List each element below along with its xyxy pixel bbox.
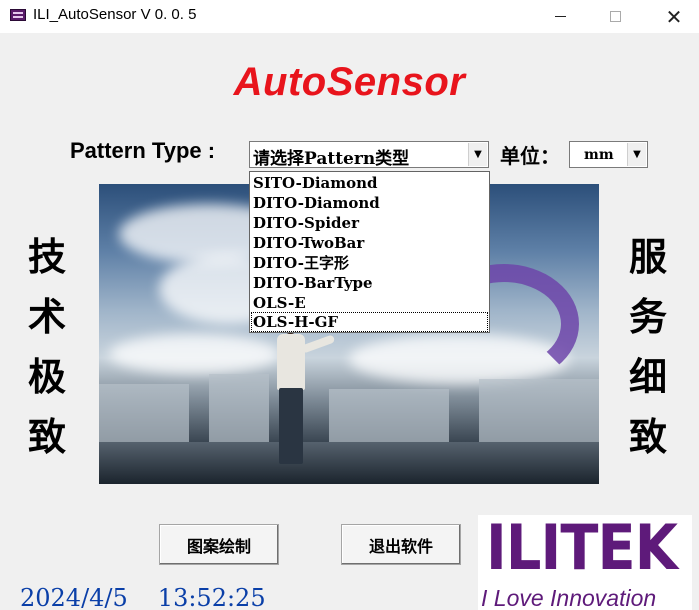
slogan-right: 服 务 细 致 xyxy=(620,227,676,467)
slogan-char: 技 xyxy=(27,234,66,279)
maximize-button[interactable] xyxy=(592,0,638,33)
dropdown-option[interactable]: SITO-Diamond xyxy=(251,173,488,193)
company-logo: ILITEK I Love Innovation xyxy=(478,511,692,610)
pattern-type-label: Pattern Type : xyxy=(70,138,216,163)
pattern-type-select[interactable]: 请选择Pattern类型 ▼ xyxy=(249,141,489,169)
close-icon: ✕ xyxy=(665,4,683,29)
dropdown-option[interactable]: DITO-Spider xyxy=(251,213,488,233)
dropdown-option[interactable]: OLS-E xyxy=(251,293,488,313)
dropdown-option-highlighted[interactable]: OLS-H-GF xyxy=(251,312,488,332)
logo-tagline: I Love Innovation xyxy=(481,585,657,610)
app-icon xyxy=(10,9,26,21)
logo-wordmark: ILITEK xyxy=(486,511,678,584)
exit-button[interactable]: 退出软件 xyxy=(341,524,461,565)
status-date: 2024/4/5 xyxy=(20,584,128,610)
slogan-char: 致 xyxy=(27,414,66,459)
chevron-down-icon[interactable]: ▼ xyxy=(468,143,487,166)
slogan-char: 服 xyxy=(628,234,667,279)
title-bar: ILI_AutoSensor V 0. 0. 5 ✕ xyxy=(0,0,699,33)
close-button[interactable]: ✕ xyxy=(651,0,697,33)
maximize-icon xyxy=(609,11,621,22)
slogan-char: 极 xyxy=(27,354,66,399)
dropdown-option[interactable]: DITO-Diamond xyxy=(251,193,488,213)
status-time: 13:52:25 xyxy=(157,584,266,610)
draw-pattern-button[interactable]: 图案绘制 xyxy=(159,524,279,565)
slogan-char: 术 xyxy=(27,294,66,339)
unit-value: mm xyxy=(584,147,614,163)
chevron-down-icon[interactable]: ▼ xyxy=(627,143,646,166)
slogan-char: 细 xyxy=(628,354,667,399)
minimize-button[interactable] xyxy=(537,0,583,33)
slogan-char: 务 xyxy=(628,294,667,339)
pattern-type-value: 请选择Pattern类型 xyxy=(253,149,410,169)
slogan-char: 致 xyxy=(628,414,667,459)
dropdown-option[interactable]: DITO-王字形 xyxy=(251,253,488,273)
unit-select[interactable]: mm ▼ xyxy=(569,141,648,168)
minimize-icon xyxy=(554,16,566,17)
dropdown-option[interactable]: DITO-BarType xyxy=(251,273,488,293)
window-title: ILI_AutoSensor V 0. 0. 5 xyxy=(33,6,197,23)
slogan-left: 技 术 极 致 xyxy=(19,227,75,467)
status-datetime: 2024/4/5 13:52:25 xyxy=(20,584,266,610)
pattern-type-dropdown-list[interactable]: SITO-Diamond DITO-Diamond DITO-Spider DI… xyxy=(249,171,490,333)
dropdown-option[interactable]: DITO-TwoBar xyxy=(251,233,488,253)
person-figure xyxy=(269,314,336,464)
unit-label: 单位： xyxy=(500,144,560,168)
app-heading: AutoSensor xyxy=(233,60,466,104)
